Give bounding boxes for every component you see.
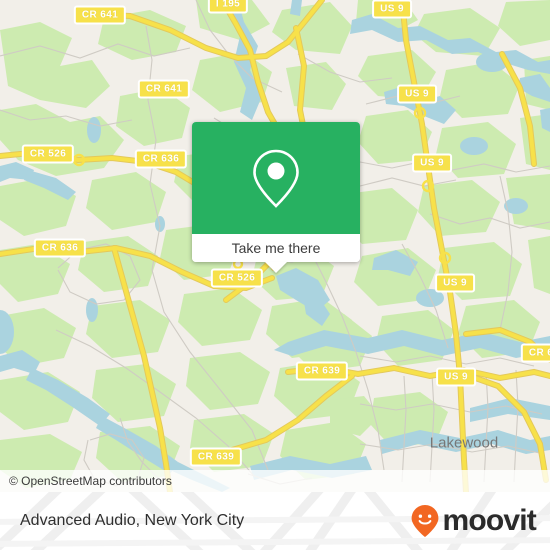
popup-action-bar[interactable]: Take me there: [192, 234, 360, 273]
map-canvas[interactable]: CR 641 I 195 US 9 US 9 CR 641 CR 526 CR …: [0, 0, 550, 492]
place-label-lakewood: Lakewood: [429, 434, 499, 452]
take-me-there-label: Take me there: [231, 240, 321, 256]
moovit-logo[interactable]: moovit: [410, 492, 537, 550]
location-pin-icon: [253, 149, 299, 208]
map-share-page: CR 641 I 195 US 9 US 9 CR 641 CR 526 CR …: [0, 0, 550, 550]
location-title: Advanced Audio, New York City: [20, 512, 245, 529]
road-shield: CR 639: [189, 447, 243, 467]
moovit-wordmark: moovit: [442, 504, 536, 537]
osm-attribution[interactable]: © OpenStreetMap contributors: [0, 470, 550, 492]
road-shield: CR 636: [33, 238, 87, 258]
road-shield: US 9: [372, 0, 412, 19]
popup-image-placeholder: [192, 122, 360, 234]
popup-pointer-tail: [265, 262, 287, 273]
moovit-smiley-pin-icon: [412, 505, 439, 537]
road-shield: CR 63: [520, 343, 550, 363]
road-shield: CR 526: [210, 268, 264, 288]
road-shield: I 195: [207, 0, 249, 14]
road-shield: CR 636: [134, 149, 188, 169]
bottom-info-bar: Advanced Audio, New York City moovit: [0, 492, 550, 550]
road-shield: CR 641: [137, 79, 191, 99]
road-shield: CR 639: [295, 361, 349, 381]
location-popup-card[interactable]: Take me there: [192, 122, 360, 273]
road-shield: CR 641: [73, 5, 127, 25]
road-shield: US 9: [412, 153, 452, 173]
road-shield: US 9: [397, 84, 437, 104]
road-shield: US 9: [435, 273, 475, 293]
road-shield: CR 526: [21, 144, 75, 164]
road-shield: US 9: [436, 367, 476, 387]
